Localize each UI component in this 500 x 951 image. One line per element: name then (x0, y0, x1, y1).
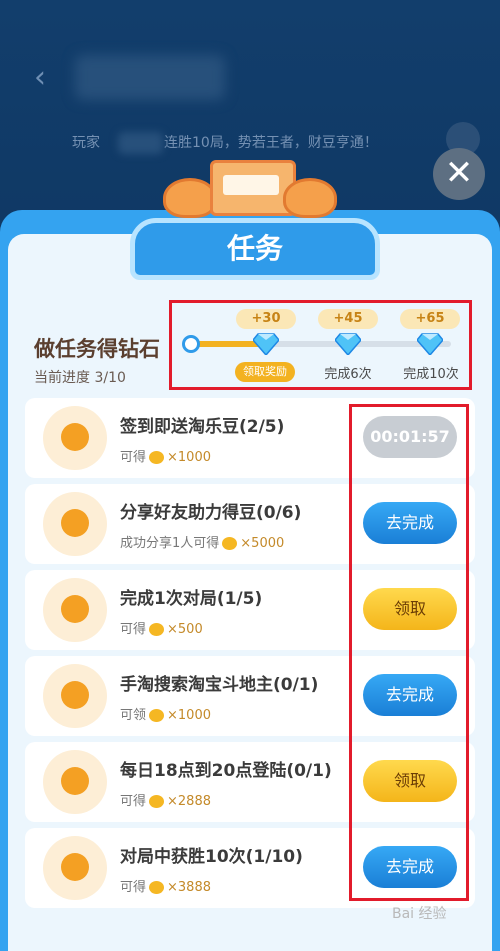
highlight-box-diamond (169, 300, 472, 390)
modal-title: 任务 (130, 218, 380, 280)
task-reward: 可得 ×500 (120, 622, 203, 637)
share-icon (43, 492, 107, 556)
trophy-icon (43, 836, 107, 900)
bean-icon (149, 881, 165, 894)
marquee-right: 连胜10局，势若王者，财豆亨通！ (164, 135, 378, 151)
bean-icon (149, 709, 165, 722)
task-title: 分享好友助力得豆(0/6) (120, 503, 302, 523)
bean-icon (149, 795, 165, 808)
task-reward: 可得 ×1000 (120, 450, 211, 465)
task-reward: 可得 ×2888 (120, 794, 211, 809)
task-reward: 成功分享1人可得 ×5000 (120, 536, 285, 551)
eye-icon (43, 664, 107, 728)
diamond-section-title: 做任务得钻石 (34, 337, 160, 361)
diamond-progress-text: 当前进度 3/10 (34, 370, 126, 386)
highlight-box-buttons (349, 404, 469, 901)
watermark: Bai 经验 (392, 906, 447, 922)
task-title: 完成1次对局(1/5) (120, 589, 263, 609)
back-icon[interactable]: ‹ (22, 60, 58, 96)
task-title: 每日18点到20点登陆(0/1) (120, 761, 332, 781)
task-title: 对局中获胜10次(1/10) (120, 847, 303, 867)
orange-face-icon (43, 406, 107, 470)
task-reward: 可领 ×1000 (120, 708, 211, 723)
task-reward: 可得 ×3888 (120, 880, 211, 895)
bean-icon (149, 623, 165, 636)
blurred-header-content (75, 55, 225, 100)
task-title: 签到即送淘乐豆(2/5) (120, 417, 285, 437)
scroll-decoration-icon (155, 150, 345, 220)
marquee-left: 玩家 (72, 135, 100, 151)
alarm-clock-icon (43, 750, 107, 814)
user-icon (43, 578, 107, 642)
close-button[interactable]: ✕ (433, 148, 485, 200)
task-title: 手淘搜索淘宝斗地主(0/1) (120, 675, 319, 695)
bean-icon (222, 537, 238, 550)
bean-icon (149, 451, 165, 464)
